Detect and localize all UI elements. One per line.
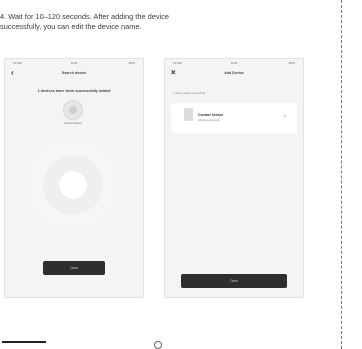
device-card[interactable]: Contact Sensor Added successfully ✎ (171, 103, 297, 133)
status-bar: No SIM 10:46 100% (165, 59, 303, 67)
device-icon[interactable] (63, 100, 83, 120)
added-count-label: 1 device added successfully (173, 92, 206, 95)
footer-fragment-bar (2, 341, 46, 343)
time-text: 10:46 (230, 62, 238, 65)
instruction-line-2: successfully, you can edit the device na… (0, 22, 142, 31)
battery-text: 100% (128, 62, 135, 65)
page-title: Add Device (224, 71, 244, 75)
phone-add-device: No SIM 10:46 100% × Add Device 1 device … (164, 58, 304, 298)
battery-text: 100% (288, 62, 295, 65)
done-button[interactable]: Done (43, 261, 105, 275)
instruction-text: 4. Wait for 10–120 seconds. After adding… (0, 12, 300, 32)
device-name: Contact Sensor (198, 113, 224, 117)
status-bar: No SIM 10:46 100% (5, 59, 143, 67)
device-label: Contact Sensor (64, 122, 82, 125)
cut-line (341, 0, 342, 349)
success-headline: 1 devices have been successfully added (37, 89, 111, 93)
device-status: Added successfully (198, 119, 221, 122)
done-button[interactable]: Done (181, 274, 287, 288)
footer-fragment-circle (154, 341, 162, 349)
pencil-icon[interactable]: ✎ (283, 114, 287, 120)
contact-sensor-icon (184, 108, 193, 121)
time-text: 10:46 (70, 62, 78, 65)
nav-bar: × Add Device (165, 68, 303, 80)
nav-bar: ‹ Search device (5, 68, 143, 80)
phone-search-device: No SIM 10:46 100% ‹ Search device 1 devi… (4, 58, 144, 298)
instruction-line-1: 4. Wait for 10–120 seconds. After adding… (0, 12, 169, 21)
page-title: Search device (61, 71, 87, 75)
search-radar-graphic (27, 139, 119, 231)
